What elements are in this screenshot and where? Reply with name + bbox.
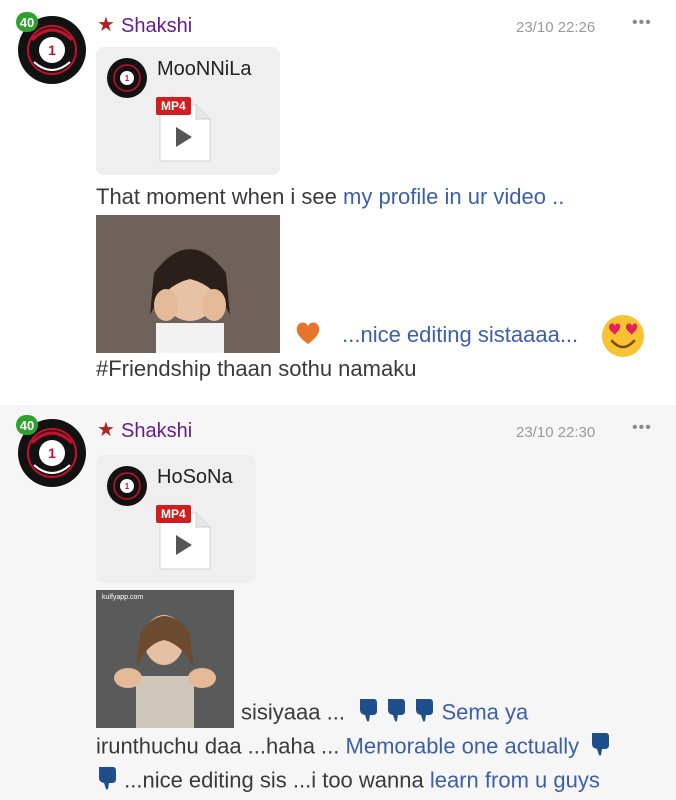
chat-message: 1 40 ★ Shakshi 23/10 22:30 ••• 1 HoSoNa … [0,405,676,800]
logo-icon: 1 [108,59,146,97]
message-text: irunthuchu daa ...haha ... Memorable one… [96,731,611,764]
username[interactable]: Shakshi [121,420,192,442]
mp4-label: MP4 [156,97,191,115]
svg-text:1: 1 [48,445,56,461]
more-options-icon[interactable]: ••• [632,14,652,32]
message-text: ...nice editing sis ...i too wanna learn… [96,765,600,798]
mp4-label: MP4 [156,505,191,523]
svg-text:1: 1 [125,74,130,83]
attachment-title: MooNNiLa [157,58,252,80]
level-badge: 40 [16,12,38,32]
thumbs-down-blue-icon [385,697,407,730]
level-badge: 40 [16,415,38,435]
attachment-avatar: 1 [107,58,147,98]
gif-image[interactable]: kulfyapp.com [96,590,234,728]
attachment-title: HoSoNa [157,466,233,488]
video-attachment[interactable]: 1 HoSoNa MP4 [96,455,256,583]
thumbs-down-blue-icon [357,697,379,730]
message-text: #Friendship thaan sothu namaku [96,356,417,381]
thumbs-down-blue-icon [96,765,118,798]
timestamp: 23/10 22:30 [516,424,596,441]
logo-icon: 1 [108,467,146,505]
star-icon: ★ [97,14,115,36]
avatar[interactable]: 1 40 [16,12,86,84]
gif-image[interactable] [96,215,280,353]
attachment-avatar: 1 [107,466,147,506]
smiling-face-with-heart-eyes-icon [600,313,646,364]
mp4-file-icon: MP4 [156,505,212,571]
thumbs-down-blue-icon [589,731,611,764]
star-icon: ★ [97,419,115,441]
message-text: ...nice editing sistaaaa... [294,320,578,353]
orange-heart-icon [294,320,322,353]
video-attachment[interactable]: 1 MooNNiLa MP4 [96,47,280,175]
username[interactable]: Shakshi [121,15,192,37]
avatar[interactable]: 1 40 [16,415,86,487]
svg-text:1: 1 [125,482,130,491]
gif-watermark: kulfyapp.com [102,594,144,601]
svg-text:1: 1 [48,42,56,58]
timestamp: 23/10 22:26 [516,19,596,36]
mp4-file-icon: MP4 [156,97,212,163]
message-text: sisiyaaa ... Sema ya [241,697,528,730]
message-text: That moment when i see my profile in ur … [96,184,565,209]
more-options-icon[interactable]: ••• [632,419,652,437]
chat-message: 1 40 ★ Shakshi 23/10 22:26 ••• 1 MooNNiL… [0,0,676,405]
thumbs-down-blue-icon [413,697,435,730]
